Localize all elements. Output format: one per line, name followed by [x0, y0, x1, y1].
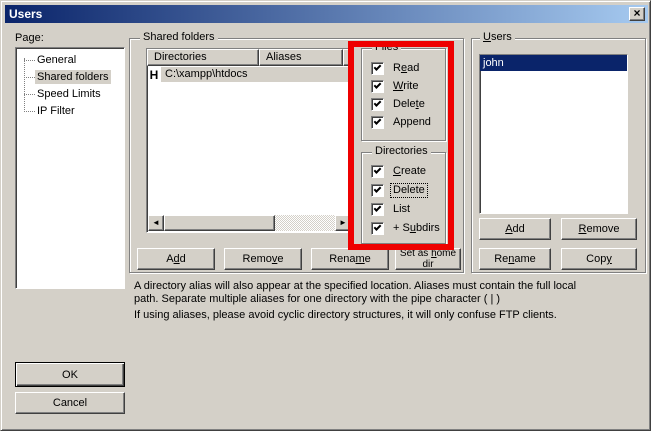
tree-item-label: Speed Limits: [35, 87, 103, 101]
button-label: Rename: [494, 253, 536, 265]
set-as-home-dir-button[interactable]: Set as home dir: [395, 248, 461, 270]
tree-stub-icon: [24, 94, 35, 95]
button-label: OK: [62, 369, 78, 381]
column-header-directories[interactable]: Directories: [147, 49, 259, 66]
cyclic-note: If using aliases, please avoid cyclic di…: [134, 309, 557, 321]
button-label: Remove: [579, 223, 620, 235]
directory-path: C:\xampp\htdocs: [161, 67, 352, 82]
tree-item-speed-limits[interactable]: Speed Limits: [18, 86, 103, 102]
page-tree: General Shared folders Speed Limits IP F…: [15, 47, 125, 289]
button-label: Set as home dir: [396, 248, 460, 270]
users-list: john: [479, 54, 628, 214]
ok-button[interactable]: OK: [15, 362, 125, 387]
titlebar[interactable]: Users ×: [5, 5, 648, 23]
directories-listview: Directories Aliases H C:\xampp\htdocs ◄ …: [146, 48, 353, 233]
button-label: Add: [505, 223, 525, 235]
add-directory-button[interactable]: Add: [137, 248, 215, 270]
home-flag: H: [147, 68, 161, 82]
cancel-button[interactable]: Cancel: [15, 392, 125, 414]
remove-directory-button[interactable]: Remove: [224, 248, 302, 270]
remove-user-button[interactable]: Remove: [561, 218, 637, 240]
alias-note-line2: path. Separate multiple aliases for one …: [134, 293, 500, 305]
tree-item-label: General: [35, 53, 78, 67]
users-group-label: Users: [480, 31, 515, 44]
alias-note-line1: A directory alias will also appear at th…: [134, 280, 576, 292]
button-label: Copy: [586, 253, 612, 265]
listview-header: Directories Aliases: [147, 49, 352, 66]
user-list-item-john[interactable]: john: [480, 55, 627, 71]
tree-stub-icon: [24, 60, 35, 61]
scroll-left-icon[interactable]: ◄: [148, 215, 164, 231]
scrollbar-thumb[interactable]: [164, 215, 275, 231]
users-dialog: Users × Page: General Shared folders Spe…: [0, 0, 651, 431]
close-button[interactable]: ×: [629, 7, 645, 21]
button-label: Rename: [329, 253, 371, 265]
button-label: Add: [166, 253, 186, 265]
users-group: Users john Add Remove Rename Copy: [471, 38, 646, 273]
directory-row[interactable]: H C:\xampp\htdocs: [147, 66, 352, 83]
highlight-rectangle: [348, 41, 454, 250]
tree-item-general[interactable]: General: [18, 52, 78, 68]
scrollbar-track[interactable]: [275, 215, 335, 231]
tree-item-label: IP Filter: [35, 104, 77, 118]
button-label: Remove: [243, 253, 284, 265]
rename-user-button[interactable]: Rename: [479, 248, 551, 270]
tree-stub-icon: [24, 77, 35, 78]
shared-folders-group-label: Shared folders: [140, 31, 218, 44]
tree-stub-icon: [24, 111, 35, 112]
column-header-aliases[interactable]: Aliases: [259, 49, 343, 66]
rename-directory-button[interactable]: Rename: [311, 248, 389, 270]
horizontal-scrollbar[interactable]: ◄ ►: [148, 215, 351, 231]
tree-item-ip-filter[interactable]: IP Filter: [18, 103, 77, 119]
close-icon: ×: [633, 6, 640, 20]
button-label: Cancel: [53, 397, 87, 409]
copy-user-button[interactable]: Copy: [561, 248, 637, 270]
tree-item-label: Shared folders: [35, 70, 111, 84]
window-title: Users: [9, 7, 42, 21]
add-user-button[interactable]: Add: [479, 218, 551, 240]
tree-item-shared-folders[interactable]: Shared folders: [18, 69, 111, 85]
page-label: Page:: [15, 32, 44, 44]
